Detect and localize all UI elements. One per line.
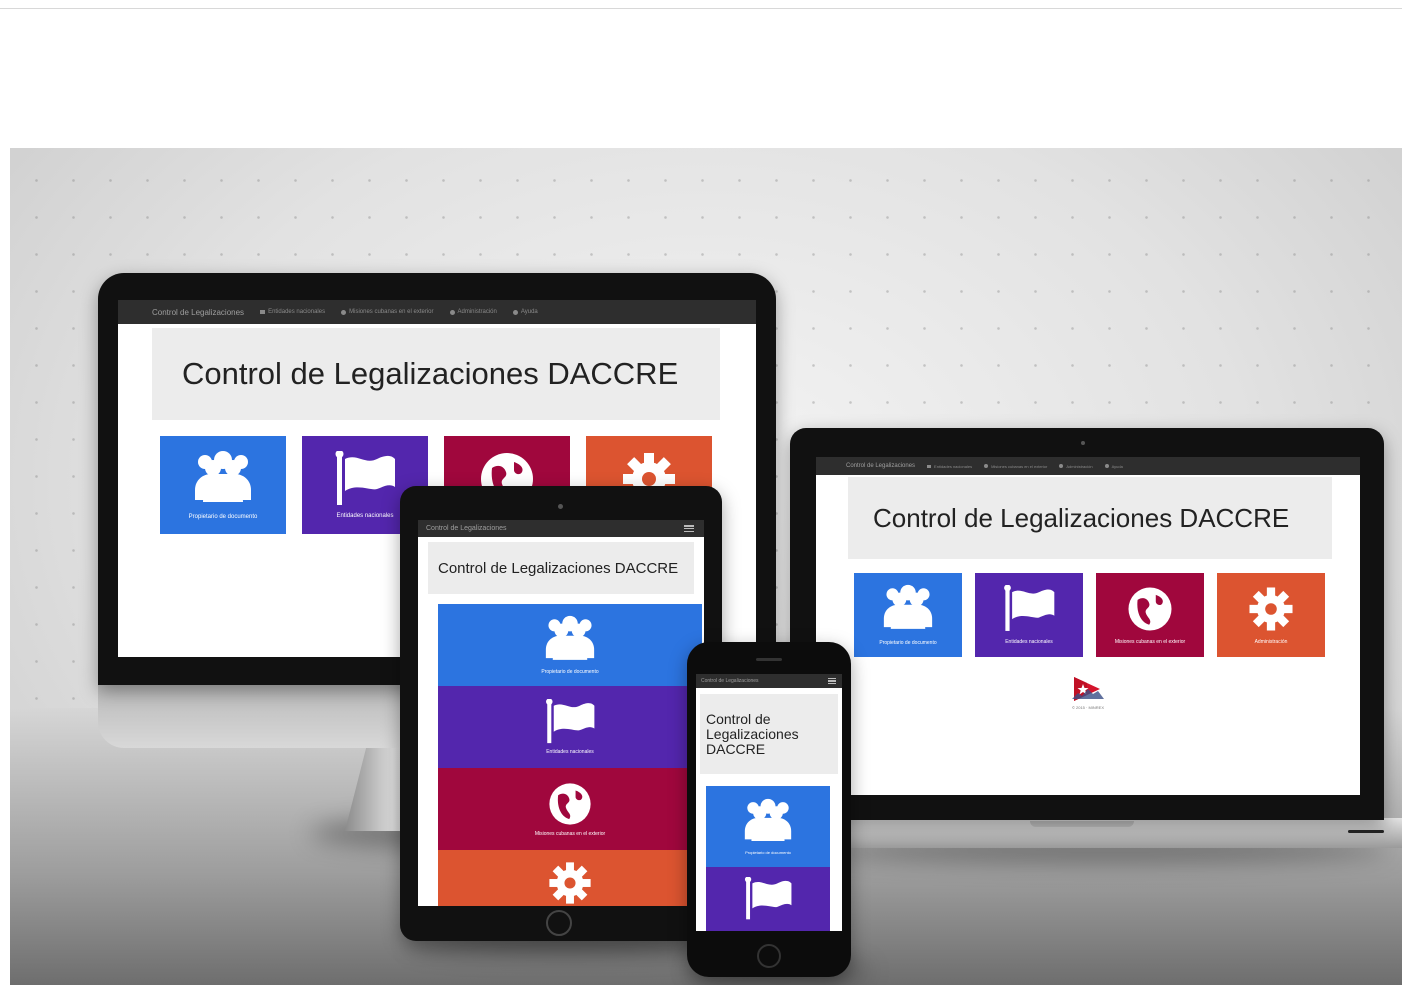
- tablet-camera: [558, 504, 563, 509]
- nav-label: Entidades nacionales: [934, 463, 973, 469]
- users-icon: [545, 615, 595, 660]
- nav-entidades[interactable]: Entidades nacionales: [927, 464, 972, 469]
- globe-icon: [1128, 587, 1172, 631]
- tile-label: Propietario de documento: [188, 514, 258, 520]
- laptop-navbar: Control de Legalizaciones Entidades naci…: [816, 457, 1360, 475]
- nav-administracion[interactable]: Administración: [449, 309, 497, 315]
- minrex-logo: [1072, 677, 1104, 701]
- devices-scene: Control de Legalizaciones Entidades naci…: [10, 148, 1402, 985]
- flag-icon: [1004, 585, 1055, 631]
- tablet-home-button[interactable]: [546, 910, 572, 936]
- phone-jumbotron: Control de Legalizaciones DACCRE: [700, 694, 838, 774]
- tile-label: Entidades nacionales: [336, 513, 394, 519]
- page-title: Control de Legalizaciones DACCRE: [438, 559, 679, 577]
- flag-icon: [335, 451, 395, 505]
- tile-entidades[interactable]: Entidades nacionales: [438, 686, 702, 768]
- nav-label: Administración: [457, 309, 497, 315]
- monitor-jumbotron: Control de Legalizaciones DACCRE: [152, 328, 720, 420]
- laptop-edge-highlight: [1348, 830, 1384, 833]
- tile-label: Entidades nacionales: [546, 749, 594, 755]
- laptop-notch: [1030, 821, 1134, 827]
- nav-label: Entidades nacionales: [268, 309, 326, 315]
- phone-screen: Control de Legalizaciones Control de Leg…: [696, 674, 842, 931]
- flag-icon: [546, 699, 595, 744]
- gear-icon: [449, 309, 455, 315]
- globe-icon: [984, 464, 989, 468]
- nav-misiones[interactable]: Misiones cubanas en el exterior: [341, 309, 434, 315]
- nav-label: Misiones cubanas en el exterior: [991, 463, 1048, 469]
- phone-navbar: Control de Legalizaciones: [696, 674, 842, 688]
- tile-label: Administración: [1254, 639, 1288, 645]
- gear-icon: [1059, 464, 1064, 468]
- tile-administracion[interactable]: Administración: [1217, 573, 1325, 657]
- gear-icon: [1249, 587, 1293, 631]
- nav-label: Administración: [1066, 463, 1093, 469]
- footer-logo: © 2015 · MINREX: [1064, 675, 1112, 721]
- top-divider: [0, 8, 1402, 9]
- tile-misiones[interactable]: Misiones cubanas en el exterior: [438, 768, 702, 850]
- page-title: Control de Legalizaciones DACCRE: [873, 502, 1290, 533]
- tile-label: Entidades nacionales: [1005, 639, 1053, 645]
- navbar-brand[interactable]: Control de Legalizaciones: [701, 678, 759, 684]
- nav-ayuda[interactable]: Ayuda: [512, 309, 538, 315]
- tile-propietario[interactable]: Propietario de documento: [854, 573, 962, 657]
- hamburger-menu-icon[interactable]: [828, 678, 836, 684]
- navbar-brand[interactable]: Control de Legalizaciones: [152, 308, 244, 317]
- tile-misiones[interactable]: Misiones cubanas en el exterior: [1096, 573, 1204, 657]
- nav-ayuda[interactable]: Ayuda: [1104, 463, 1123, 469]
- monitor-navbar: Control de Legalizaciones Entidades naci…: [118, 300, 756, 324]
- phone-home-button[interactable]: [757, 944, 781, 968]
- tablet-jumbotron: Control de Legalizaciones DACCRE: [428, 542, 694, 594]
- tile-propietario[interactable]: Propietario de documento: [706, 786, 830, 867]
- nav-label: Ayuda: [520, 309, 538, 315]
- tile-label: Propietario de documento: [879, 640, 937, 646]
- phone-speaker: [756, 658, 782, 661]
- hamburger-menu-icon[interactable]: [684, 525, 694, 532]
- help-icon: [1104, 464, 1109, 468]
- users-icon: [744, 798, 792, 842]
- nav-administracion[interactable]: Administración: [1059, 463, 1093, 469]
- tile-label: Misiones cubanas en el exterior: [1114, 639, 1186, 645]
- tile-entidades[interactable]: [706, 867, 830, 931]
- navbar-brand[interactable]: Control de Legalizaciones: [846, 463, 915, 469]
- page-title: Control de Legalizaciones DACCRE: [182, 356, 679, 391]
- help-icon: [512, 309, 518, 315]
- laptop-jumbotron: Control de Legalizaciones DACCRE: [848, 477, 1332, 559]
- tile-propietario[interactable]: Propietario de documento: [160, 436, 286, 534]
- globe-icon: [341, 309, 347, 315]
- tile-label: Propietario de documento: [745, 850, 791, 855]
- navbar-brand[interactable]: Control de Legalizaciones: [426, 525, 507, 532]
- tile-entidades[interactable]: Entidades nacionales: [975, 573, 1083, 657]
- flag-icon: [744, 877, 792, 920]
- laptop-camera: [1081, 441, 1085, 445]
- globe-icon: [549, 783, 591, 825]
- users-icon: [195, 451, 251, 502]
- page-title: Control de Legalizaciones DACCRE: [706, 710, 799, 757]
- nav-misiones[interactable]: Misiones cubanas en el exterior: [984, 464, 1047, 469]
- footer-copyright: © 2015 · MINREX: [1071, 705, 1105, 710]
- tile-label: Propietario de documento: [541, 669, 599, 675]
- nav-label: Ayuda: [1111, 463, 1123, 469]
- users-icon: [883, 584, 933, 629]
- tablet-navbar: Control de Legalizaciones: [418, 520, 704, 537]
- tile-administracion[interactable]: [438, 850, 702, 906]
- gear-icon: [549, 862, 591, 904]
- tile-label: Misiones cubanas en el exterior: [534, 831, 606, 837]
- flag-icon: [927, 464, 932, 468]
- nav-label: Misiones cubanas en el exterior: [349, 309, 434, 315]
- tablet-screen: Control de Legalizaciones Control de Leg…: [418, 520, 704, 906]
- nav-entidades[interactable]: Entidades nacionales: [260, 309, 325, 315]
- flag-icon: [260, 310, 266, 314]
- laptop-screen: Control de Legalizaciones Entidades naci…: [816, 457, 1360, 795]
- tile-propietario[interactable]: Propietario de documento: [438, 604, 702, 686]
